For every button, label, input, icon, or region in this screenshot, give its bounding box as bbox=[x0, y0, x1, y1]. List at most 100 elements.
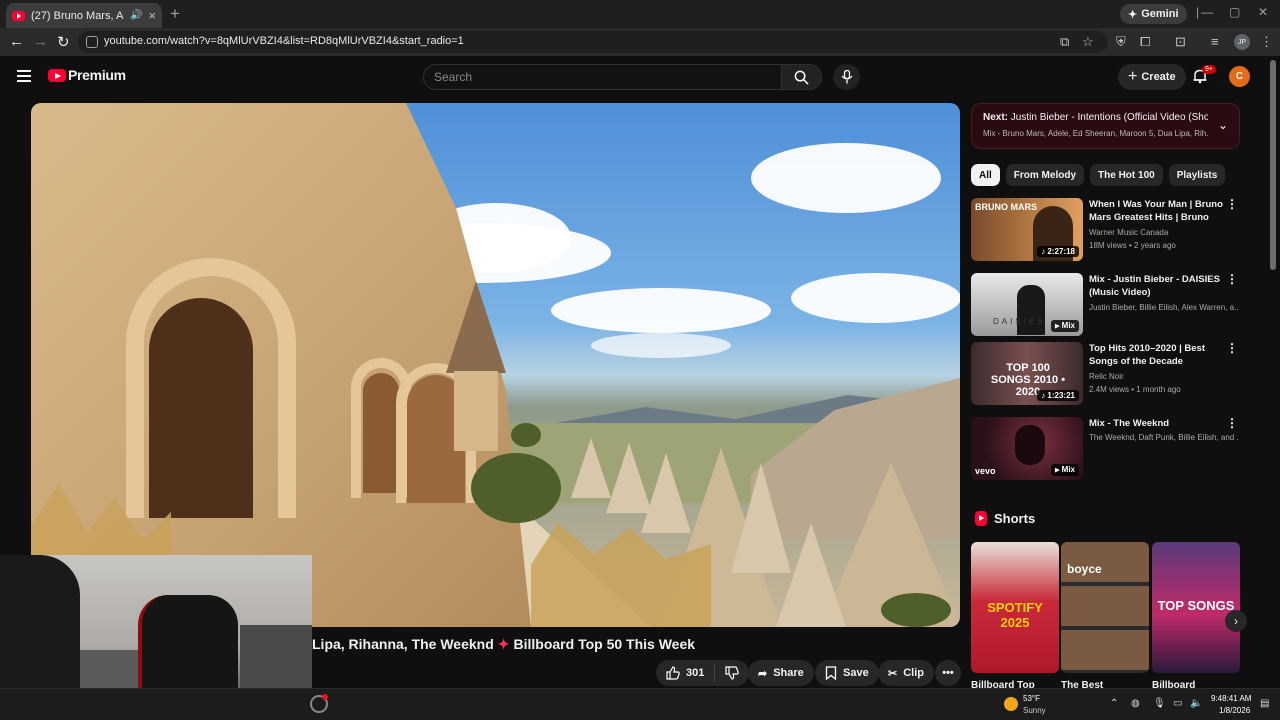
tray-overflow-icon[interactable]: ⌃ bbox=[1110, 698, 1118, 709]
artist-silhouette bbox=[1017, 285, 1045, 335]
sun-icon[interactable] bbox=[1004, 697, 1018, 711]
youtube-premium-logo[interactable]: Premium bbox=[68, 67, 126, 83]
network-icon[interactable]: ▭ bbox=[1173, 698, 1182, 709]
volume-icon[interactable]: 🔈 bbox=[1190, 698, 1202, 709]
minimize-icon[interactable]: — bbox=[1201, 5, 1213, 19]
microphone-tray-icon[interactable]: 🎙 bbox=[1153, 698, 1166, 709]
next-up-card[interactable]: Next: Justin Bieber - Intentions (Offici… bbox=[971, 103, 1240, 149]
short-thumb-text: SPOTIFY 2025 bbox=[987, 600, 1043, 630]
address-bar[interactable]: youtube.com/watch?v=8qMlUrVBZI4&list=RD8… bbox=[78, 31, 1108, 53]
share-button[interactable]: ➦ Share bbox=[748, 660, 814, 686]
chip-playlists[interactable]: Playlists bbox=[1168, 164, 1226, 186]
clock-date[interactable]: 1/8/2026 bbox=[1219, 706, 1250, 715]
recommendation-channel[interactable]: Justin Bieber, Billie Eilish, Alex Warre… bbox=[1089, 303, 1239, 312]
recommendation-channel[interactable]: The Weeknd, Daft Punk, Billie Eilish, an… bbox=[1089, 433, 1239, 442]
recommendation-meta: 2.4M views • 1 month ago bbox=[1089, 385, 1181, 394]
clock-time[interactable]: 9:48:41 AM bbox=[1211, 694, 1251, 703]
duration-badge: ♪ 1:23:21 bbox=[1037, 390, 1079, 401]
like-dislike-group: 301 bbox=[656, 660, 750, 686]
bookmark-star-icon[interactable]: ☆ bbox=[1082, 34, 1094, 50]
recommendation-item[interactable]: DAISIES ⫸ Mix Mix - Justin Bieber - DAIS… bbox=[971, 273, 1240, 337]
browser-menu-icon[interactable]: ⋮ bbox=[1260, 34, 1273, 50]
duration-text: 1:23:21 bbox=[1047, 391, 1075, 400]
shield-extension-icon[interactable]: ⛨ bbox=[1116, 34, 1126, 50]
mix-badge: ⫸ Mix bbox=[1050, 320, 1079, 332]
recommendation-channel[interactable]: Warner Music Canada bbox=[1089, 228, 1239, 237]
browser-profile-avatar[interactable]: JP bbox=[1234, 34, 1250, 50]
recommendation-item[interactable]: TOP 100 SONGS 2010 • 2020 ♪ 1:23:21 Top … bbox=[971, 342, 1240, 406]
close-window-icon[interactable]: ✕ bbox=[1258, 5, 1268, 19]
chip-the-hot-100[interactable]: The Hot 100 bbox=[1090, 164, 1163, 186]
short-thumbnail[interactable]: SPOTIFY 2025 bbox=[971, 542, 1059, 673]
maximize-icon[interactable]: ▢ bbox=[1229, 5, 1240, 19]
mix-text: Mix bbox=[1061, 321, 1075, 330]
tray-app-icon[interactable]: ◍ bbox=[1131, 698, 1140, 709]
page-scrollbar[interactable] bbox=[1270, 60, 1276, 270]
short-thumbnail[interactable]: boyce bbox=[1061, 542, 1149, 673]
weather-temperature[interactable]: 53°F bbox=[1023, 694, 1040, 703]
save-button[interactable]: Save bbox=[815, 660, 879, 686]
recommendation-item[interactable]: BRUNO MARS ♪ 2:27:18 When I Was Your Man… bbox=[971, 198, 1240, 262]
more-options-icon[interactable]: ⋮ bbox=[1226, 273, 1238, 285]
gemini-button[interactable]: ✦ Gemini bbox=[1120, 4, 1187, 24]
billboard-icon: ✦ bbox=[497, 636, 510, 652]
speaker-icon[interactable]: 🔊 bbox=[130, 10, 142, 21]
create-label: Create bbox=[1141, 71, 1176, 83]
voice-search-button[interactable] bbox=[833, 64, 860, 90]
browser-tab[interactable]: (27) Bruno Mars, Adele, Ed 🔊 × bbox=[6, 3, 162, 28]
share-icon: ➦ bbox=[758, 667, 768, 680]
hamburger-menu-icon[interactable] bbox=[17, 70, 31, 82]
shorts-icon bbox=[975, 511, 987, 526]
account-avatar[interactable]: C bbox=[1229, 66, 1250, 87]
recommendation-title[interactable]: When I Was Your Man | Bruno Mars Greates… bbox=[1089, 198, 1224, 224]
more-options-icon[interactable]: ⋮ bbox=[1226, 417, 1238, 429]
short-thumbnail[interactable]: TOP SONGS bbox=[1152, 542, 1240, 673]
recommendation-channel[interactable]: Relic Noir bbox=[1089, 372, 1239, 381]
more-actions-button[interactable]: ••• bbox=[935, 660, 961, 686]
back-icon[interactable]: ← bbox=[9, 33, 24, 50]
recommendation-title[interactable]: Mix - Justin Bieber - DAISIES (Music Vid… bbox=[1089, 273, 1224, 299]
next-up-subtitle: Mix - Bruno Mars, Adele, Ed Sheeran, Mar… bbox=[983, 129, 1208, 138]
search-button[interactable] bbox=[781, 64, 822, 90]
shorts-section-header: Shorts bbox=[975, 511, 1035, 526]
site-info-icon[interactable] bbox=[86, 36, 98, 48]
chip-from-melody[interactable]: From Melody bbox=[1005, 164, 1085, 186]
video-thumbnail[interactable]: DAISIES ⫸ Mix bbox=[971, 273, 1083, 336]
tab-title: (27) Bruno Mars, Adele, Ed bbox=[31, 9, 124, 22]
video-player[interactable] bbox=[31, 103, 960, 627]
tower-body bbox=[454, 371, 498, 451]
notification-center-icon[interactable]: ▤ bbox=[1260, 698, 1269, 709]
extensions-icon[interactable]: ⧠ bbox=[1140, 34, 1150, 50]
more-horizontal-icon: ••• bbox=[942, 667, 954, 679]
recommendation-title[interactable]: Mix - The Weeknd bbox=[1089, 417, 1224, 430]
weather-condition[interactable]: Sunny bbox=[1023, 706, 1046, 715]
cast-icon[interactable]: ⊡ bbox=[1175, 34, 1186, 50]
shorts-next-button[interactable]: › bbox=[1225, 610, 1247, 632]
close-tab-icon[interactable]: × bbox=[148, 8, 156, 23]
chevron-down-icon[interactable]: ⌄ bbox=[1218, 118, 1228, 132]
video-thumbnail[interactable]: BRUNO MARS ♪ 2:27:18 bbox=[971, 198, 1083, 261]
tab-search-icon[interactable]: | bbox=[1196, 5, 1199, 19]
recommendation-item[interactable]: vevo ⫸ Mix Mix - The Weeknd The Weeknd, … bbox=[971, 417, 1240, 481]
recommendation-title[interactable]: Top Hits 2010–2020 | Best Songs of the D… bbox=[1089, 342, 1224, 368]
video-thumbnail[interactable]: TOP 100 SONGS 2010 • 2020 ♪ 1:23:21 bbox=[971, 342, 1083, 405]
shrub bbox=[511, 423, 541, 447]
youtube-logo-icon[interactable] bbox=[48, 69, 66, 82]
reload-icon[interactable]: ↻ bbox=[57, 33, 70, 51]
video-thumbnail[interactable]: vevo ⫸ Mix bbox=[971, 417, 1083, 480]
reading-list-icon[interactable]: ≡ bbox=[1211, 34, 1219, 49]
shrub bbox=[471, 453, 561, 523]
install-app-icon[interactable]: ⧉ bbox=[1060, 34, 1069, 50]
dislike-button[interactable] bbox=[725, 666, 740, 680]
more-options-icon[interactable]: ⋮ bbox=[1226, 198, 1238, 210]
like-button[interactable]: 301 bbox=[666, 666, 704, 680]
chip-all[interactable]: All bbox=[971, 164, 1000, 186]
create-button[interactable]: + Create bbox=[1118, 64, 1186, 90]
arch-doorway bbox=[363, 373, 399, 493]
search-input[interactable]: Search bbox=[423, 64, 783, 90]
forward-icon[interactable]: → bbox=[33, 33, 48, 50]
more-options-icon[interactable]: ⋮ bbox=[1226, 342, 1238, 354]
url-text[interactable]: youtube.com/watch?v=8qMlUrVBZI4&list=RD8… bbox=[104, 35, 464, 47]
new-tab-button[interactable]: + bbox=[170, 4, 180, 24]
clip-button[interactable]: ✂ Clip bbox=[878, 660, 934, 686]
